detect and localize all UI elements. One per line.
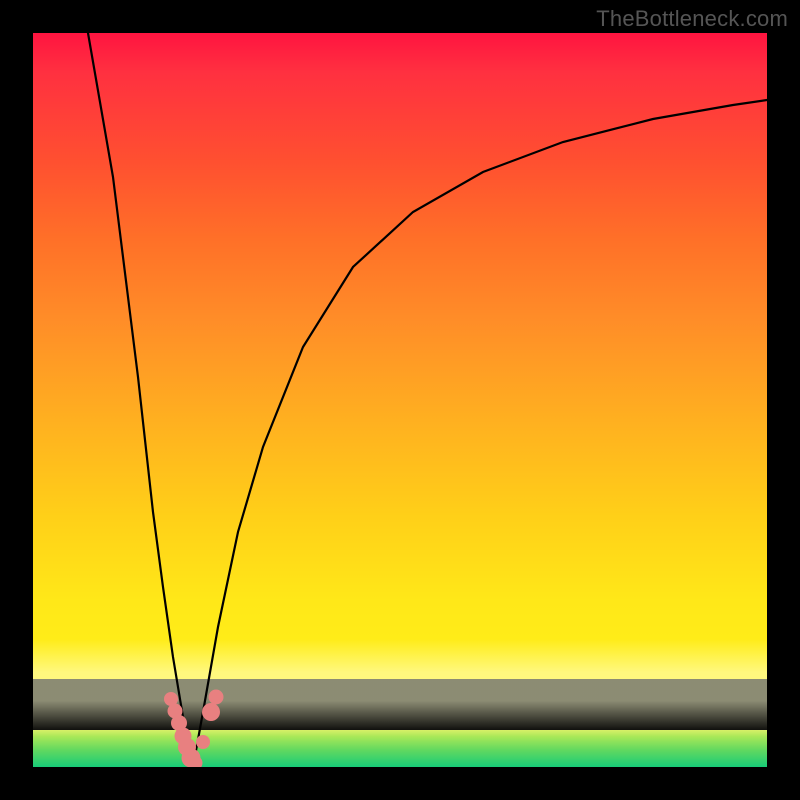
watermark-text: TheBottleneck.com — [596, 6, 788, 32]
curves-layer — [33, 33, 767, 767]
curve-marker — [196, 735, 210, 749]
chart-frame: TheBottleneck.com — [0, 0, 800, 800]
curve-markers — [164, 690, 224, 768]
curve-right-branch — [193, 100, 767, 767]
curve-marker — [202, 703, 220, 721]
plot-area — [33, 33, 767, 767]
curve-left-branch — [88, 33, 193, 767]
curve-marker — [209, 690, 224, 705]
